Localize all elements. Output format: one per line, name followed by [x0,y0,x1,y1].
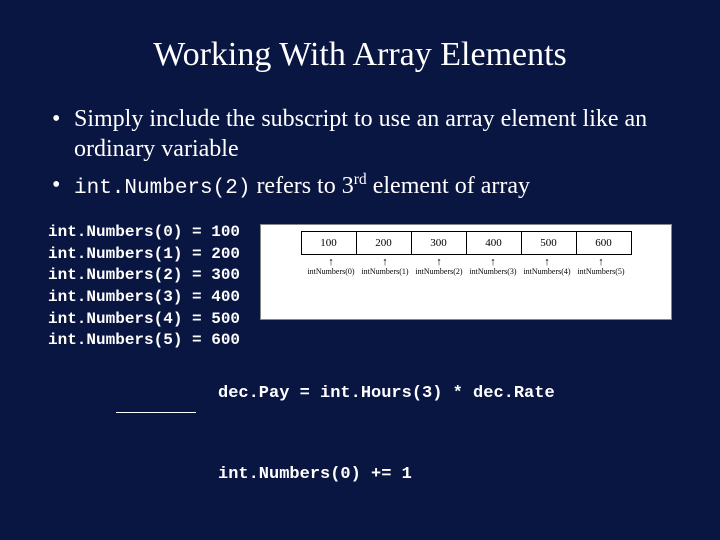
array-label: ↑intNumbers(0) [304,257,358,277]
slide: Working With Array Elements Simply inclu… [0,0,720,540]
array-label-text: intNumbers(0) [307,267,354,276]
array-label-text: intNumbers(4) [523,267,570,276]
bullet-2-text-a: refers to 3 [250,173,353,199]
bullet-1: Simply include the subscript to use an a… [48,104,672,164]
array-label-text: intNumbers(2) [415,267,462,276]
bullet-1-text: Simply include the subscript to use an a… [74,106,647,162]
array-label: ↑intNumbers(5) [574,257,628,277]
array-cell: 200 [356,231,411,255]
array-cell: 500 [521,231,576,255]
bullet-list: Simply include the subscript to use an a… [48,104,672,202]
array-cell: 300 [411,231,466,255]
array-label: ↑intNumbers(3) [466,257,520,277]
array-cell: 400 [466,231,521,255]
bullet-2-sup: rd [354,171,367,188]
bullet-2-text-b: element of array [367,173,530,199]
array-label-text: intNumbers(5) [577,267,624,276]
bullet-2: int.Numbers(2) refers to 3rd element of … [48,170,672,202]
assignments-code: int.Numbers(0) = 100 int.Numbers(1) = 20… [48,222,240,352]
content-row: int.Numbers(0) = 100 int.Numbers(1) = 20… [48,216,672,352]
array-cells-row: 100 200 300 400 500 600 [261,231,671,255]
array-label: ↑intNumbers(4) [520,257,574,277]
array-diagram: 100 200 300 400 500 600 ↑intNumbers(0) ↑… [260,224,672,320]
array-label-text: intNumbers(1) [361,267,408,276]
examples-code: dec.Pay = int.Hours(3) * dec.Rate int.Nu… [218,374,672,540]
array-cell: 100 [301,231,356,255]
underline-decoration [116,412,196,413]
array-label-text: intNumbers(3) [469,267,516,276]
array-cell: 600 [576,231,632,255]
slide-title: Working With Array Elements [48,36,672,74]
array-label: ↑intNumbers(1) [358,257,412,277]
array-labels-row: ↑intNumbers(0) ↑intNumbers(1) ↑intNumber… [261,257,671,277]
diagram-wrap: 100 200 300 400 500 600 ↑intNumbers(0) ↑… [260,224,672,320]
bullet-2-code: int.Numbers(2) [74,177,250,200]
array-label: ↑intNumbers(2) [412,257,466,277]
